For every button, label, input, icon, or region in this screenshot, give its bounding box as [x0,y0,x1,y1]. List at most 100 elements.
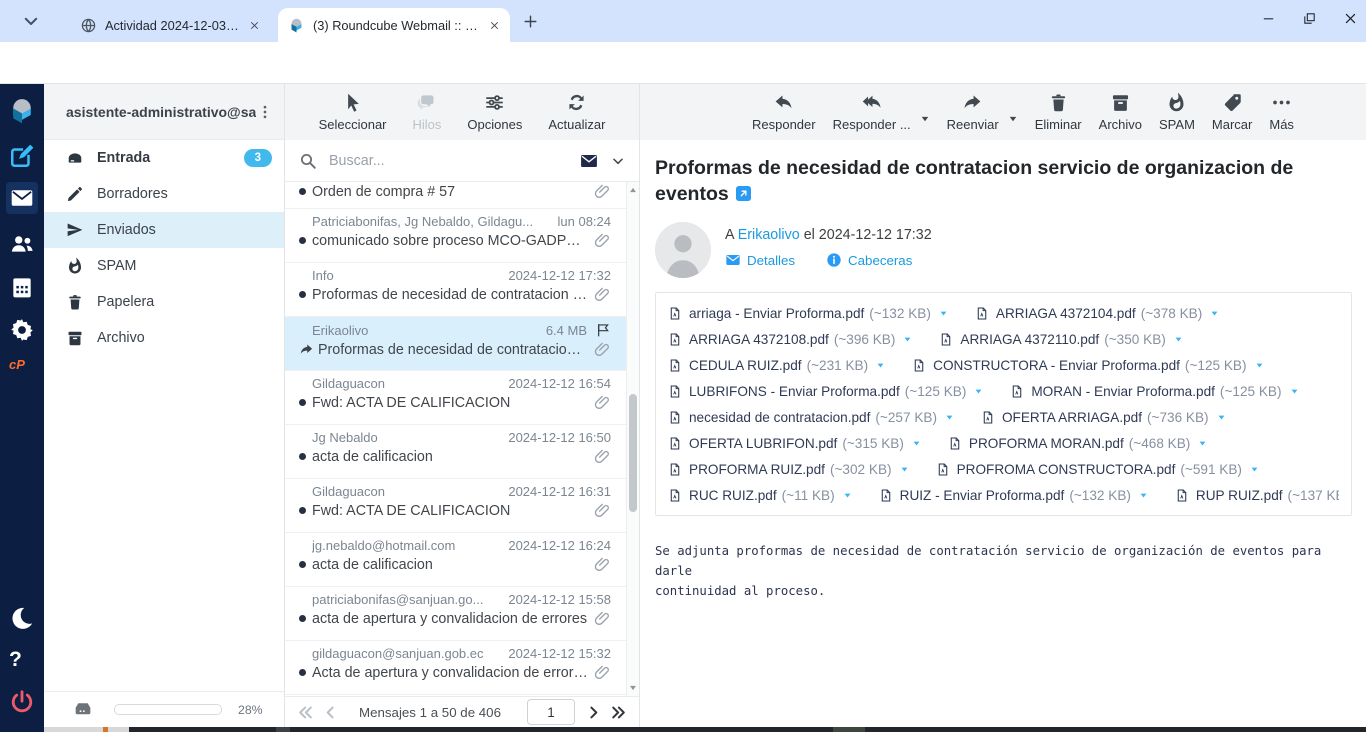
folder-item-entrada[interactable]: Entrada3 [44,140,284,176]
attachment-chip[interactable]: CEDULA RUIZ.pdf(~231 KB) [668,357,885,374]
attachment-chip[interactable]: arriaga - Enviar Proforma.pdf(~132 KB) [668,305,948,322]
attachment-menu-caret-icon[interactable] [1250,465,1259,474]
page-number-input[interactable] [527,699,575,725]
attachment-menu-caret-icon[interactable] [1139,491,1148,500]
attachment-chip[interactable]: PROFROMA CONSTRUCTORA.pdf(~591 KB) [936,461,1259,478]
search-input[interactable] [327,152,579,170]
attachment-menu-caret-icon[interactable] [939,309,948,318]
attachment-name[interactable]: RUIZ - Enviar Proforma.pdf [900,488,1065,503]
message-row[interactable]: gildaguacon@sanjuan.gob.ec2024-12-12 15:… [285,641,639,695]
last-page-icon[interactable] [610,704,627,721]
attachment-name[interactable]: PROFORMA MORAN.pdf [969,436,1124,451]
prev-page-icon[interactable] [322,704,339,721]
attachment-chip[interactable]: ARRIAGA 4372108.pdf(~396 KB) [668,331,912,348]
dropdown-caret-icon[interactable] [1008,114,1018,124]
scroll-up-icon[interactable] [628,185,638,195]
attachment-chip[interactable]: PROFORMA RUIZ.pdf(~302 KB) [668,461,909,478]
help-icon[interactable]: ? [9,648,35,672]
folder-item-enviados[interactable]: Enviados [44,212,284,248]
message-toolbar-responder-button[interactable]: Responder [752,92,816,132]
attachment-menu-caret-icon[interactable] [974,387,983,396]
tab-search-icon[interactable] [22,12,40,30]
attachment-name[interactable]: necesidad de contratacion.pdf [689,410,870,425]
search-scope-envelope-icon[interactable] [579,151,599,171]
attachment-name[interactable]: RUP RUIZ.pdf [1196,488,1283,503]
message-toolbar-spam-button[interactable]: SPAM [1159,92,1195,132]
next-page-icon[interactable] [585,704,602,721]
window-minimize-icon[interactable] [1261,11,1276,26]
dark-mode-moon-icon[interactable] [9,605,35,631]
message-row[interactable]: patriciabonifas@sanjuan.go...2024-12-12 … [285,587,639,641]
contacts-icon[interactable] [9,231,35,257]
list-toolbar-actualizar-button[interactable]: Actualizar [548,92,605,132]
attachment-menu-caret-icon[interactable] [903,335,912,344]
mail-icon[interactable] [6,182,38,214]
list-toolbar-hilos-button[interactable]: Hilos [413,92,442,132]
attachment-menu-caret-icon[interactable] [1174,335,1183,344]
attachment-menu-caret-icon[interactable] [1198,439,1207,448]
cpanel-icon[interactable]: cP [9,357,35,375]
attachment-chip[interactable]: RUP RUIZ.pdf(~137 KB) [1175,487,1339,504]
attachment-chip[interactable]: necesidad de contratacion.pdf(~257 KB) [668,409,954,426]
settings-gear-icon[interactable] [9,317,35,343]
attachment-name[interactable]: OFERTA ARRIAGA.pdf [1002,410,1142,425]
scrollbar-thumb[interactable] [629,394,637,512]
headers-toggle[interactable]: Cabeceras [826,252,912,268]
message-toolbar-responder--button[interactable]: Responder ... [833,92,911,132]
dropdown-caret-icon[interactable] [920,114,930,124]
tab-close-icon[interactable] [249,20,260,31]
attachment-chip[interactable]: OFERTA LUBRIFON.pdf(~315 KB) [668,435,921,452]
browser-tab-webmail[interactable]: (3) Roundcube Webmail :: Envia [278,8,510,42]
new-tab-button[interactable] [522,13,539,30]
attachment-menu-caret-icon[interactable] [1290,387,1299,396]
attachment-chip[interactable]: MORAN - Enviar Proforma.pdf(~125 KB) [1010,383,1298,400]
attachment-name[interactable]: CEDULA RUIZ.pdf [689,358,802,373]
folder-item-papelera[interactable]: Papelera [44,284,284,320]
attachment-chip[interactable]: CONSTRUCTORA - Enviar Proforma.pdf(~125 … [912,357,1263,374]
attachment-name[interactable]: ARRIAGA 4372110.pdf [960,332,1099,347]
attachment-chip[interactable]: LUBRIFONS - Enviar Proforma.pdf(~125 KB) [668,383,983,400]
attachment-chip[interactable]: PROFORMA MORAN.pdf(~468 KB) [948,435,1207,452]
attachment-chip[interactable]: OFERTA ARRIAGA.pdf(~736 KB) [981,409,1226,426]
folder-item-spam[interactable]: SPAM [44,248,284,284]
attachment-name[interactable]: RUC RUIZ.pdf [689,488,777,503]
list-toolbar-opciones-button[interactable]: Opciones [467,92,522,132]
message-row[interactable]: Erikaolivo6.4 MBProformas de necesidad d… [285,317,639,371]
scroll-down-icon[interactable] [628,683,638,693]
message-toolbar-más-button[interactable]: Más [1269,92,1294,132]
open-in-new-window-icon[interactable] [736,186,751,201]
attachment-name[interactable]: LUBRIFONS - Enviar Proforma.pdf [689,384,900,399]
attachment-name[interactable]: CONSTRUCTORA - Enviar Proforma.pdf [933,358,1180,373]
attachment-menu-caret-icon[interactable] [945,413,954,422]
search-options-chevron-icon[interactable] [611,154,625,168]
message-row[interactable]: jg.nebaldo@hotmail.com2024-12-12 16:24ac… [285,533,639,587]
message-row[interactable]: Gildaguacon2024-12-12 16:31Fwd: ACTA DE … [285,479,639,533]
attachment-name[interactable]: ARRIAGA 4372108.pdf [689,332,829,347]
attachment-name[interactable]: MORAN - Enviar Proforma.pdf [1031,384,1215,399]
attachment-menu-caret-icon[interactable] [876,361,885,370]
folder-item-borradores[interactable]: Borradores [44,176,284,212]
list-scrollbar[interactable] [626,182,639,696]
list-toolbar-seleccionar-button[interactable]: Seleccionar [319,92,387,132]
logout-power-icon[interactable] [9,689,35,715]
message-toolbar-eliminar-button[interactable]: Eliminar [1035,92,1082,132]
attachment-menu-caret-icon[interactable] [843,491,852,500]
attachment-name[interactable]: ARRIAGA 4372104.pdf [996,306,1136,321]
message-row[interactable]: Info2024-12-12 17:32Proformas de necesid… [285,263,639,317]
calendar-icon[interactable] [9,274,35,300]
message-toolbar-archivo-button[interactable]: Archivo [1099,92,1142,132]
attachment-chip[interactable]: RUIZ - Enviar Proforma.pdf(~132 KB) [879,487,1148,504]
message-row[interactable]: Gildaguacon2024-12-12 16:54Fwd: ACTA DE … [285,371,639,425]
attachment-menu-caret-icon[interactable] [1255,361,1264,370]
window-restore-icon[interactable] [1302,11,1317,26]
attachment-chip[interactable]: ARRIAGA 4372104.pdf(~378 KB) [975,305,1219,322]
message-toolbar-reenviar-button[interactable]: Reenviar [947,92,999,132]
attachment-menu-caret-icon[interactable] [912,439,921,448]
tab-close-icon[interactable] [489,20,500,31]
attachment-name[interactable]: OFERTA LUBRIFON.pdf [689,436,837,451]
attachment-name[interactable]: PROFROMA CONSTRUCTORA.pdf [957,462,1176,477]
attachment-menu-caret-icon[interactable] [1210,309,1219,318]
folder-options-kebab-icon[interactable] [256,103,274,121]
first-page-icon[interactable] [297,704,314,721]
message-row[interactable]: Orden de compra # 57 [285,182,639,209]
